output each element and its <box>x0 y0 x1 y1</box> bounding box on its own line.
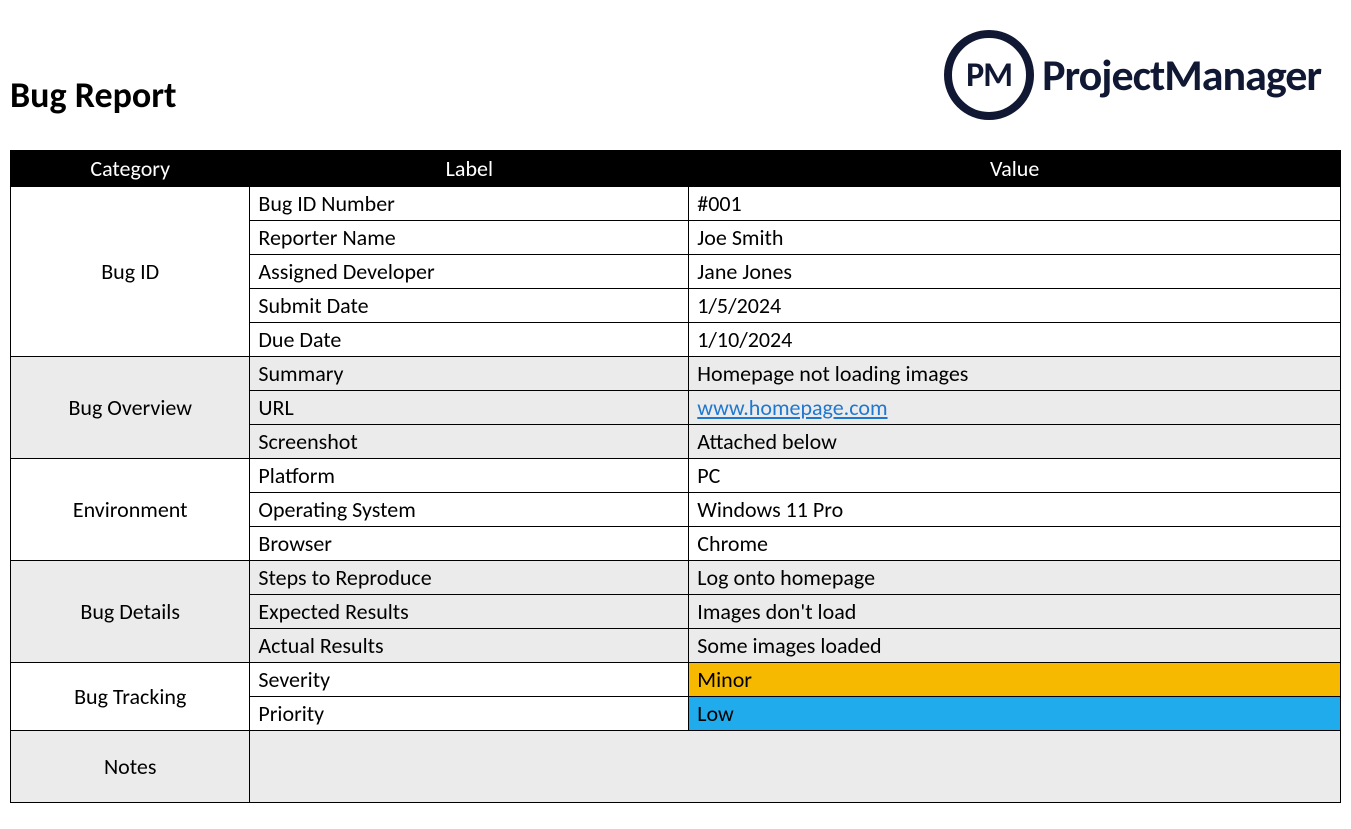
category-notes: Notes <box>11 731 250 803</box>
label-cell: Priority <box>250 697 689 731</box>
label-cell: Submit Date <box>250 289 689 323</box>
col-header-label: Label <box>250 151 689 187</box>
bug-report-table: Category Label Value Bug ID Bug ID Numbe… <box>10 150 1341 803</box>
label-cell: Severity <box>250 663 689 697</box>
category-environment: Environment <box>11 459 250 561</box>
page-title: Bug Report <box>10 73 177 117</box>
notes-value <box>250 731 1341 803</box>
value-cell: Chrome <box>689 527 1341 561</box>
category-bug-details: Bug Details <box>11 561 250 663</box>
label-cell: Bug ID Number <box>250 187 689 221</box>
label-cell: Expected Results <box>250 595 689 629</box>
value-cell: www.homepage.com <box>689 391 1341 425</box>
label-cell: Steps to Reproduce <box>250 561 689 595</box>
label-cell: Operating System <box>250 493 689 527</box>
label-cell: Browser <box>250 527 689 561</box>
url-link[interactable]: www.homepage.com <box>697 394 887 421</box>
table-row: Bug Overview Summary Homepage not loadin… <box>11 357 1341 391</box>
logo-circle-icon: PM <box>944 30 1034 120</box>
label-cell: Assigned Developer <box>250 255 689 289</box>
table-row: Bug Tracking Severity Minor <box>11 663 1341 697</box>
value-cell: Jane Jones <box>689 255 1341 289</box>
col-header-value: Value <box>689 151 1341 187</box>
col-header-category: Category <box>11 151 250 187</box>
logo-text: ProjectManager <box>1042 48 1321 102</box>
value-cell: Log onto homepage <box>689 561 1341 595</box>
value-cell: Attached below <box>689 425 1341 459</box>
logo: PM ProjectManager <box>944 30 1321 120</box>
label-cell: Actual Results <box>250 629 689 663</box>
value-cell: 1/5/2024 <box>689 289 1341 323</box>
value-cell-severity: Minor <box>689 663 1341 697</box>
label-cell: Screenshot <box>250 425 689 459</box>
value-cell: Images don't load <box>689 595 1341 629</box>
category-bug-tracking: Bug Tracking <box>11 663 250 731</box>
category-bug-id: Bug ID <box>11 187 250 357</box>
value-cell: 1/10/2024 <box>689 323 1341 357</box>
value-cell: Homepage not loading images <box>689 357 1341 391</box>
table-row: Environment Platform PC <box>11 459 1341 493</box>
table-row: Bug ID Bug ID Number #001 <box>11 187 1341 221</box>
value-cell: Windows 11 Pro <box>689 493 1341 527</box>
label-cell: Reporter Name <box>250 221 689 255</box>
value-cell-priority: Low <box>689 697 1341 731</box>
label-cell: URL <box>250 391 689 425</box>
label-cell: Due Date <box>250 323 689 357</box>
table-row: Bug Details Steps to Reproduce Log onto … <box>11 561 1341 595</box>
value-cell: Joe Smith <box>689 221 1341 255</box>
logo-abbr: PM <box>966 55 1012 96</box>
value-cell: PC <box>689 459 1341 493</box>
label-cell: Summary <box>250 357 689 391</box>
header: Bug Report PM ProjectManager <box>10 10 1341 120</box>
label-cell: Platform <box>250 459 689 493</box>
value-cell: Some images loaded <box>689 629 1341 663</box>
value-cell: #001 <box>689 187 1341 221</box>
table-row: Notes <box>11 731 1341 803</box>
category-bug-overview: Bug Overview <box>11 357 250 459</box>
